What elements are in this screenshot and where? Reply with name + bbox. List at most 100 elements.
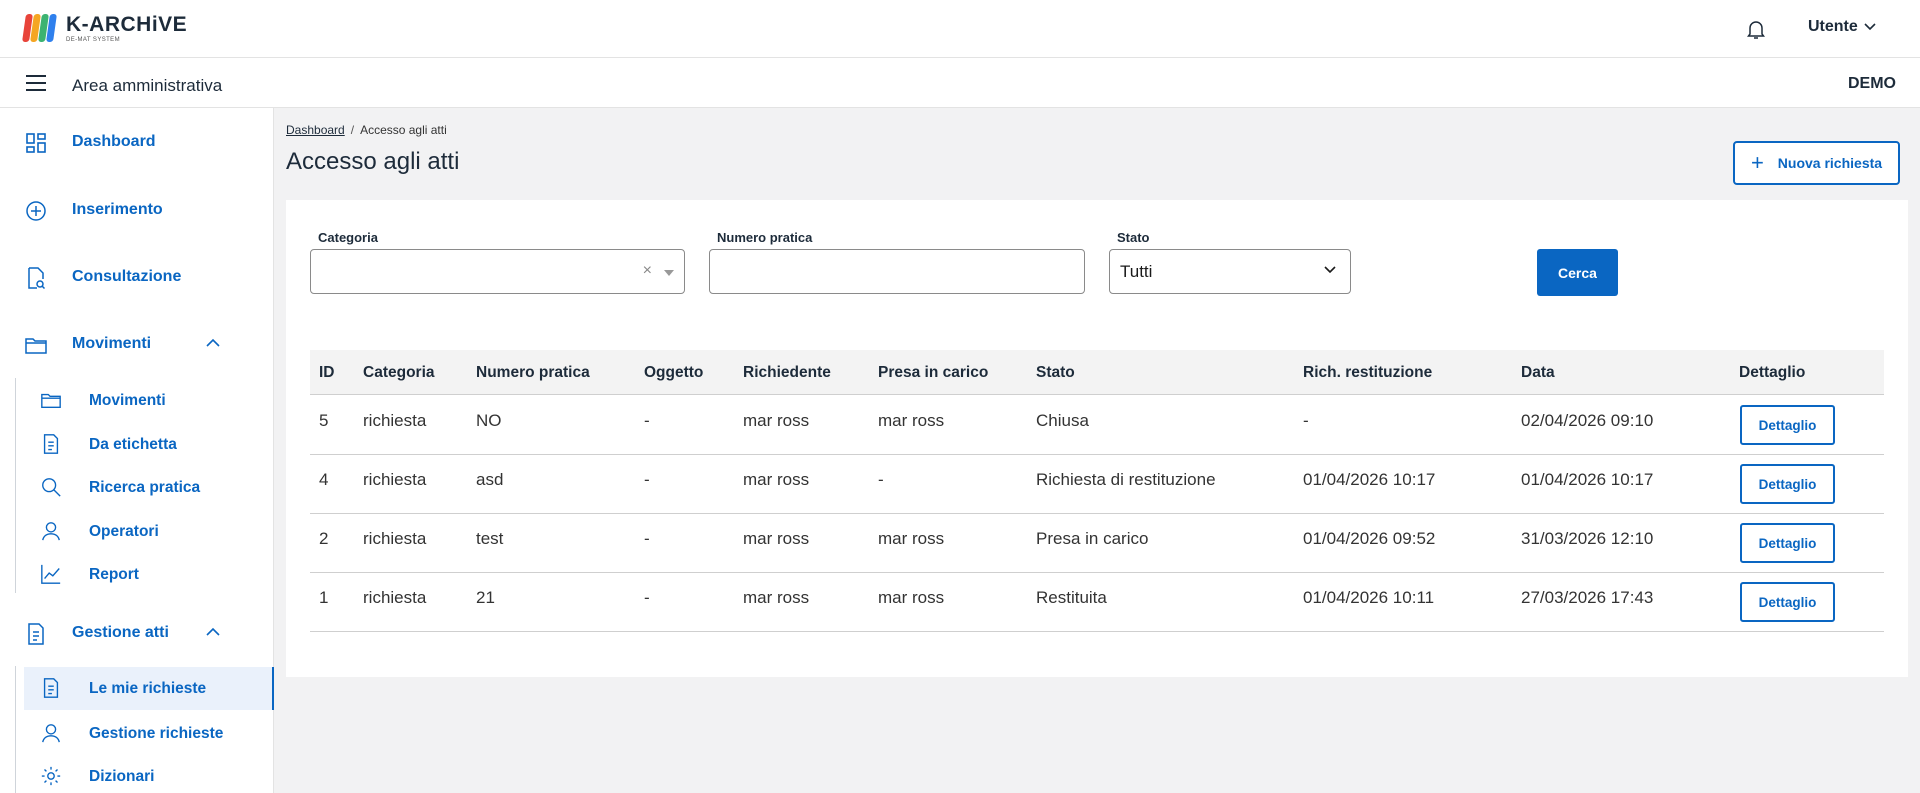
cell-oggetto: - [644, 529, 650, 548]
column-header[interactable]: Presa in carico [878, 364, 988, 382]
column-header[interactable]: ID [319, 364, 335, 382]
page-title: Accesso agli atti [286, 148, 460, 175]
document-icon [43, 678, 59, 698]
folder-icon [41, 393, 61, 409]
logo-mark-icon [22, 12, 57, 44]
chart-icon [41, 564, 61, 584]
sidebar-subitem-gestione-richieste[interactable]: Gestione richieste [24, 714, 274, 754]
cell-categoria: richiesta [363, 470, 427, 489]
column-header[interactable]: Data [1521, 364, 1555, 382]
numero-pratica-input[interactable] [709, 249, 1085, 294]
cell-numero: asd [476, 470, 504, 489]
sidebar-item-dashboard[interactable]: Dashboard [0, 122, 274, 162]
detail-button[interactable]: Dettaglio [1740, 405, 1835, 445]
cell-presa: - [878, 470, 884, 489]
numero-pratica-label: Numero pratica [717, 230, 813, 245]
menu-toggle-icon[interactable] [26, 75, 46, 91]
column-header[interactable]: Stato [1036, 364, 1075, 382]
sidebar-subitem-da-etichetta[interactable]: Da etichetta [24, 425, 274, 465]
sidebar-subitem-ricerca-pratica[interactable]: Ricerca pratica [24, 468, 274, 508]
sidebar-subitem-label: Ricerca pratica [89, 479, 201, 496]
sidebar-subitem-label: Report [89, 566, 139, 583]
document-search-icon [28, 267, 46, 290]
sidebar-subitem-le-mie-richieste[interactable]: Le mie richieste [24, 667, 274, 710]
cell-richiedente: mar ross [743, 411, 810, 430]
cell-numero: NO [476, 411, 502, 430]
cell-stato: Chiusa [1036, 411, 1089, 430]
sidebar-item-gestione-atti[interactable]: Gestione atti [0, 613, 274, 653]
cell-id: 5 [319, 411, 329, 430]
stato-select[interactable]: Tutti [1109, 249, 1351, 294]
cell-rich-restituzione: 01/04/2026 10:17 [1303, 470, 1436, 489]
section-bar: Area amministrativa DEMO [0, 58, 1920, 108]
sidebar-subitem-label: Movimenti [89, 392, 166, 409]
plus-circle-icon [26, 201, 46, 221]
cell-richiedente: mar ross [743, 529, 810, 548]
area-title: Area amministrativa [72, 76, 223, 95]
table-row: 4 richiesta asd - mar ross - Richiesta d… [310, 455, 1884, 514]
user-menu[interactable]: Utente [1808, 18, 1876, 36]
search-icon [42, 478, 61, 497]
detail-button[interactable]: Dettaglio [1740, 523, 1835, 563]
sidebar-item-movimenti[interactable]: Movimenti [0, 324, 274, 364]
logo-subtitle: DE-MAT SYSTEM [66, 36, 120, 43]
chevron-up-icon [206, 338, 220, 347]
user-icon [42, 522, 60, 541]
detail-button[interactable]: Dettaglio [1740, 464, 1835, 504]
sidebar-subitem-report[interactable]: Report [24, 555, 274, 595]
column-header[interactable]: Rich. restituzione [1303, 364, 1432, 382]
cell-stato: Presa in carico [1036, 529, 1149, 548]
cell-id: 2 [319, 529, 329, 548]
sidebar-subitem-label: Da etichetta [89, 436, 177, 453]
cell-numero: test [476, 529, 504, 548]
sidebar-subitem-label: Le mie richieste [89, 680, 207, 697]
sidebar-item-inserimento[interactable]: Inserimento [0, 190, 274, 230]
table-row: 2 richiesta test - mar ross mar ross Pre… [310, 514, 1884, 573]
breadcrumb-current: Accesso agli atti [360, 123, 447, 137]
sidebar-subitem-operatori[interactable]: Operatori [24, 512, 274, 552]
folder-icon [25, 338, 47, 354]
search-button[interactable]: Cerca [1537, 249, 1618, 296]
new-request-button[interactable]: + Nuova richiesta [1733, 141, 1900, 185]
cell-presa: mar ross [878, 588, 945, 607]
clear-icon[interactable]: × [643, 262, 652, 280]
submenu-divider [15, 666, 16, 793]
logo[interactable]: K-ARCHiVE DE-MAT SYSTEM [22, 12, 188, 44]
logo-title: K-ARCHiVE [66, 12, 188, 36]
cell-presa: mar ross [878, 529, 945, 548]
sidebar-subitem-label: Operatori [89, 523, 159, 540]
sidebar-subitem-dizionari[interactable]: Dizionari [24, 757, 274, 793]
sidebar-item-label: Gestione atti [72, 624, 169, 641]
sidebar-subitem-label: Gestione richieste [89, 725, 224, 742]
cell-data: 27/03/2026 17:43 [1521, 588, 1654, 607]
submenu-divider [15, 378, 16, 593]
sidebar-item-label: Inserimento [72, 201, 163, 218]
column-header[interactable]: Oggetto [644, 364, 703, 382]
stato-label: Stato [1117, 230, 1150, 245]
cell-id: 1 [319, 588, 329, 607]
cell-numero: 21 [476, 588, 495, 607]
column-header[interactable]: Categoria [363, 364, 435, 382]
cell-rich-restituzione: - [1303, 411, 1309, 430]
column-header: Dettaglio [1739, 364, 1806, 381]
column-header[interactable]: Richiedente [743, 364, 831, 382]
breadcrumb: Dashboard / Accesso agli atti [286, 123, 447, 137]
cell-oggetto: - [644, 411, 650, 430]
categoria-select[interactable]: × [310, 249, 685, 294]
cell-rich-restituzione: 01/04/2026 10:11 [1303, 588, 1435, 607]
document-icon [28, 623, 44, 645]
user-menu-label: Utente [1808, 18, 1858, 35]
cell-richiedente: mar ross [743, 470, 810, 489]
cell-rich-restituzione: 01/04/2026 09:52 [1303, 529, 1436, 548]
column-header[interactable]: Numero pratica [476, 364, 590, 382]
sidebar-item-consultazione[interactable]: Consultazione [0, 257, 274, 297]
breadcrumb-home-link[interactable]: Dashboard [286, 123, 345, 137]
sidebar-item-label: Dashboard [72, 133, 156, 150]
cell-categoria: richiesta [363, 588, 427, 607]
sidebar-subitem-movimenti[interactable]: Movimenti [24, 381, 274, 421]
detail-button[interactable]: Dettaglio [1740, 582, 1835, 622]
caret-down-icon [664, 270, 674, 276]
notification-bell-icon[interactable] [1744, 17, 1768, 41]
gear-icon [41, 766, 61, 786]
cell-categoria: richiesta [363, 411, 427, 430]
